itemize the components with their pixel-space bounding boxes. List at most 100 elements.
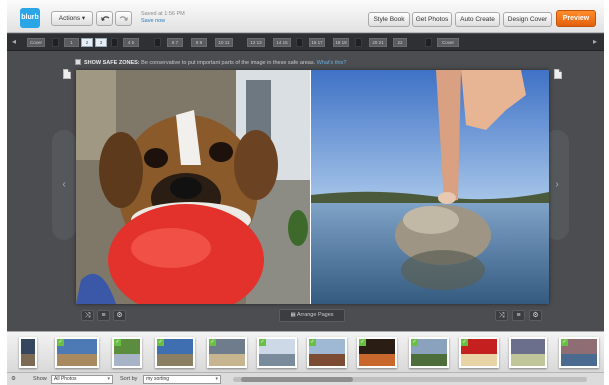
page-divider xyxy=(425,38,432,47)
page-thumb[interactable]: 14 15 xyxy=(273,38,291,47)
page-thumb-label: Cover xyxy=(29,40,42,45)
previous-spread-button[interactable]: ‹ xyxy=(52,130,76,240)
app-window: blurb Actions ▾ Saved at 1:56 PM Save no… xyxy=(7,0,604,385)
page-strip-next-arrow[interactable]: ▸ xyxy=(593,38,597,46)
filmstrip-photo-thumb[interactable]: ✓ xyxy=(207,337,247,368)
finger-rock-photo xyxy=(311,70,549,304)
redo-button[interactable] xyxy=(115,11,132,26)
preview-button[interactable]: Preview xyxy=(556,10,596,27)
page-thumb[interactable]: 10 11 xyxy=(215,38,233,47)
page-thumb-label: 16 17 xyxy=(311,40,323,45)
shuffle-icon: ⤨ xyxy=(84,312,91,319)
filmstrip-photo-thumb[interactable] xyxy=(509,337,547,368)
page-divider xyxy=(111,38,118,47)
checkmark-icon: ✓ xyxy=(359,339,366,346)
safe-zones-checkbox[interactable] xyxy=(75,59,81,65)
layout-right-button[interactable]: ≡ xyxy=(512,310,525,321)
checkmark-icon: ✓ xyxy=(157,339,164,346)
checkmark-icon: ✓ xyxy=(411,339,418,346)
sort-select[interactable]: my sorting ▾ xyxy=(143,375,221,384)
page-navigator: ◂ Cover 1 2 3 4 5 6 7 8 9 10 11 12 13 14 15 16 17 1… xyxy=(7,34,604,51)
page-settings-left-button[interactable]: ⚙ xyxy=(113,310,126,321)
safe-zones-text: Be conservative to put important parts o… xyxy=(141,60,316,66)
undo-button[interactable] xyxy=(96,11,113,26)
filmstrip-photo-thumb[interactable]: ✓ xyxy=(409,337,449,368)
page-thumb-label: 2 xyxy=(85,40,89,45)
layout-left-button[interactable]: ≡ xyxy=(97,310,110,321)
arrange-pages-label: Arrange Pages xyxy=(296,312,334,318)
actions-menu-button[interactable]: Actions ▾ xyxy=(51,11,93,26)
boxer-dog-photo xyxy=(76,70,310,304)
sort-label: Sort by xyxy=(120,376,138,382)
get-photos-button[interactable]: Get Photos xyxy=(412,12,452,27)
page-thumb[interactable]: Cover xyxy=(437,38,459,47)
filmstrip-footer: ⚙ Show All Photos ▾ Sort by my sorting ▾ xyxy=(7,372,604,385)
filmstrip-photo-thumb[interactable]: ✓ xyxy=(559,337,599,368)
filmstrip-photo-thumb[interactable]: ✓ xyxy=(357,337,397,368)
page-thumb-label: 1 xyxy=(70,40,73,45)
safe-zones-help-link[interactable]: What's this? xyxy=(317,60,347,66)
page-thumb-label: 22 xyxy=(397,40,403,45)
page-thumb[interactable]: 8 9 xyxy=(191,38,207,47)
checkmark-icon: ✓ xyxy=(57,339,64,346)
style-book-button[interactable]: Style Book xyxy=(368,12,410,27)
show-filter-select[interactable]: All Photos ▾ xyxy=(51,375,113,384)
page-strip-prev-arrow[interactable]: ◂ xyxy=(12,38,16,46)
page-thumb[interactable]: 6 7 xyxy=(167,38,183,47)
filmstrip-photo-thumb[interactable]: ✓ xyxy=(55,337,99,368)
page-thumb-label: 20 21 xyxy=(372,40,384,45)
design-cover-button[interactable]: Design Cover xyxy=(503,12,552,27)
filmstrip-photo-thumb[interactable]: ✓ xyxy=(257,337,297,368)
settings-icon: ⚙ xyxy=(532,312,539,319)
save-now-link[interactable]: Save now xyxy=(141,18,185,25)
scrollbar-thumb[interactable] xyxy=(241,377,353,382)
checkmark-icon: ✓ xyxy=(209,339,216,346)
left-page-icon[interactable] xyxy=(63,69,71,79)
auto-create-button[interactable]: Auto Create xyxy=(455,12,500,27)
left-page-photo[interactable] xyxy=(76,70,310,304)
filmstrip-scrollbar[interactable] xyxy=(233,377,587,382)
page-thumb[interactable]: 16 17 xyxy=(309,38,325,47)
chevron-down-icon: ▾ xyxy=(215,376,218,382)
saved-time: Saved at 1:56 PM xyxy=(141,11,185,17)
filmstrip-photo-thumb[interactable]: ✓ xyxy=(459,337,499,368)
page-thumb[interactable]: 18 19 xyxy=(333,38,349,47)
page-thumb[interactable]: 4 5 xyxy=(123,38,139,47)
page-thumb-label: 10 11 xyxy=(218,40,230,45)
book-spread xyxy=(76,70,549,304)
photo-filmstrip: ✓ ✓ ✓ ✓ ✓ ✓ ✓ ✓ ✓ ✓ xyxy=(7,331,604,372)
shuffle-icon: ⤨ xyxy=(498,312,505,319)
filmstrip-photo-thumb[interactable]: ✓ xyxy=(155,337,195,368)
show-filter-value: All Photos xyxy=(54,376,77,382)
page-thumb-label: 3 xyxy=(99,40,103,45)
settings-icon[interactable]: ⚙ xyxy=(11,376,16,383)
shuffle-right-button[interactable]: ⤨ xyxy=(495,310,508,321)
page-thumb[interactable]: 1 xyxy=(64,38,79,47)
page-thumb[interactable]: 3 xyxy=(95,38,107,47)
right-page-photo[interactable] xyxy=(311,70,549,304)
settings-icon: ⚙ xyxy=(116,312,123,319)
page-thumb-label: 6 7 xyxy=(171,40,179,45)
shuffle-left-button[interactable]: ⤨ xyxy=(81,310,94,321)
safe-zones-label: SHOW SAFE ZONES: xyxy=(84,60,140,66)
page-thumb[interactable]: 20 21 xyxy=(369,38,387,47)
right-page-icon[interactable] xyxy=(554,69,562,79)
page-divider xyxy=(355,38,362,47)
page-thumb[interactable]: 2 xyxy=(81,38,93,47)
show-label: Show xyxy=(33,376,47,382)
arrange-pages-button[interactable]: ▦ Arrange Pages xyxy=(279,309,345,322)
page-thumb-label: 18 19 xyxy=(335,40,347,45)
page-thumb[interactable]: 12 13 xyxy=(247,38,265,47)
filmstrip-photo-thumb[interactable]: ✓ xyxy=(112,337,142,368)
undo-icon xyxy=(100,16,109,21)
blurb-logo: blurb xyxy=(20,8,40,28)
safe-zones-bar: SHOW SAFE ZONES: Be conservative to put … xyxy=(75,59,495,69)
page-settings-right-button[interactable]: ⚙ xyxy=(529,310,542,321)
sort-value: my sorting xyxy=(146,376,170,382)
filmstrip-photo-thumb[interactable]: ✓ xyxy=(307,337,347,368)
page-thumb-label: 12 13 xyxy=(250,40,262,45)
checkmark-icon: ✓ xyxy=(114,339,121,346)
page-thumb[interactable]: Cover xyxy=(27,38,45,47)
filmstrip-photo-thumb[interactable] xyxy=(19,337,37,368)
page-thumb[interactable]: 22 xyxy=(393,38,407,47)
